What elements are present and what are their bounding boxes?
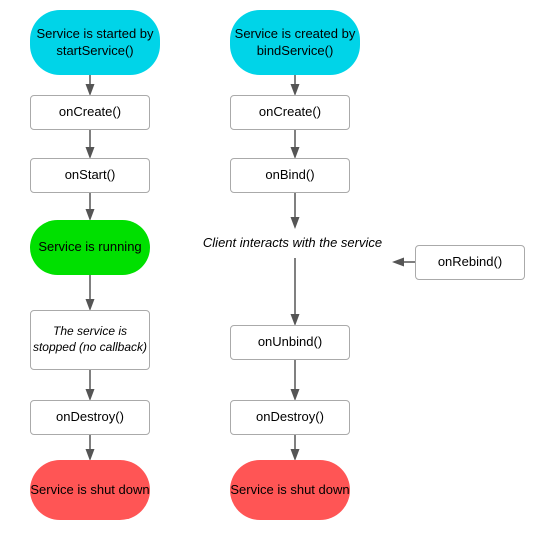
ondestroy-left-node: onDestroy() xyxy=(30,400,150,435)
ondestroy-right-node: onDestroy() xyxy=(230,400,350,435)
start-service-node: Service is started by startService() xyxy=(30,10,160,75)
service-stopped-node: The service is stopped (no callback) xyxy=(30,310,150,370)
client-interacts-node: Client interacts with the service xyxy=(195,228,390,258)
onstart-node: onStart() xyxy=(30,158,150,193)
onbind-node: onBind() xyxy=(230,158,350,193)
oncreate-right-node: onCreate() xyxy=(230,95,350,130)
onrebind-node: onRebind() xyxy=(415,245,525,280)
bind-service-node: Service is created by bindService() xyxy=(230,10,360,75)
shutdown-left-node: Service is shut down xyxy=(30,460,150,520)
onunbind-node: onUnbind() xyxy=(230,325,350,360)
lifecycle-diagram: Service is started by startService() onC… xyxy=(0,0,558,544)
service-running-node: Service is running xyxy=(30,220,150,275)
oncreate-left-node: onCreate() xyxy=(30,95,150,130)
shutdown-right-node: Service is shut down xyxy=(230,460,350,520)
